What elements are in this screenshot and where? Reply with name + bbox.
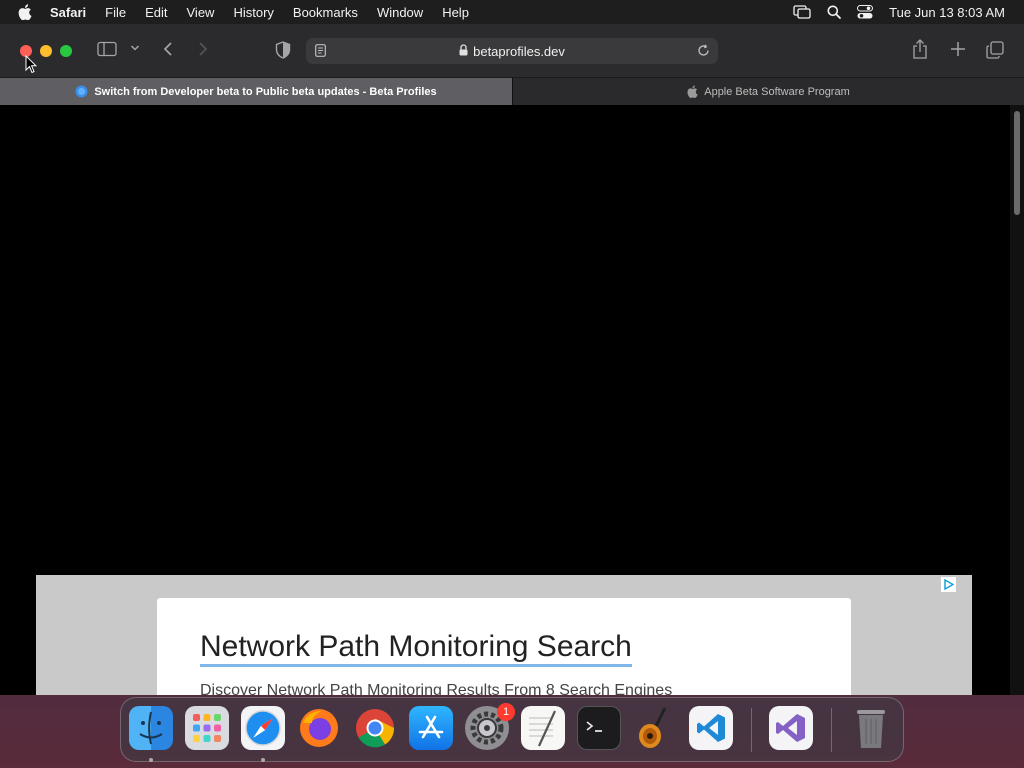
mouse-cursor-icon xyxy=(25,54,38,79)
menubar-clock[interactable]: Tue Jun 13 8:03 AM xyxy=(889,5,1005,20)
menu-file[interactable]: File xyxy=(105,5,126,20)
dock-trash-icon[interactable] xyxy=(849,706,893,750)
spotlight-search-icon[interactable] xyxy=(827,5,842,19)
screen-mirroring-icon[interactable] xyxy=(793,5,811,19)
ad-banner[interactable]: Network Path Monitoring Search Discover … xyxy=(36,575,972,695)
dock-app-store-icon[interactable] xyxy=(409,706,453,750)
menu-app-name[interactable]: Safari xyxy=(50,5,86,20)
menu-help[interactable]: Help xyxy=(442,5,469,20)
menu-bar: Safari File Edit View History Bookmarks … xyxy=(0,0,1024,24)
tab-beta-profiles[interactable]: Switch from Developer beta to Public bet… xyxy=(0,78,512,105)
ad-description: Discover Network Path Monitoring Results… xyxy=(200,682,673,695)
share-icon[interactable] xyxy=(912,39,928,59)
dock-garageband-icon[interactable] xyxy=(633,706,677,750)
safari-window: betaprofiles.dev Switch from Developer b… xyxy=(0,24,1024,695)
dock-running-indicator xyxy=(149,758,153,762)
page-content: Network Path Monitoring Search Discover … xyxy=(0,105,1010,695)
menu-view[interactable]: View xyxy=(187,5,215,20)
dock: 1 xyxy=(120,697,904,762)
dock-firefox-icon[interactable] xyxy=(297,706,341,750)
forward-icon[interactable] xyxy=(198,41,208,57)
dock-launchpad-icon[interactable] xyxy=(185,706,229,750)
apple-favicon-icon xyxy=(687,85,698,98)
scrollbar-thumb[interactable] xyxy=(1014,111,1020,215)
tab-bar: Switch from Developer beta to Public bet… xyxy=(0,78,1024,105)
dock-running-indicator xyxy=(261,758,265,762)
adchoices-icon[interactable] xyxy=(941,577,956,592)
dock-visual-studio-icon[interactable] xyxy=(769,706,813,750)
lock-icon xyxy=(459,43,468,59)
dock-textedit-icon[interactable] xyxy=(521,706,565,750)
dock-safari-icon[interactable] xyxy=(241,706,285,750)
ad-headline-link[interactable]: Network Path Monitoring Search xyxy=(200,631,632,667)
control-center-icon[interactable] xyxy=(857,5,874,19)
browser-toolbar: betaprofiles.dev xyxy=(0,24,1024,78)
tab-apple-beta[interactable]: Apple Beta Software Program xyxy=(512,78,1024,105)
address-bar[interactable]: betaprofiles.dev xyxy=(306,38,718,64)
dock-terminal-icon[interactable] xyxy=(577,706,621,750)
dock-separator xyxy=(831,708,832,752)
apple-menu-icon[interactable] xyxy=(18,4,34,20)
menu-window[interactable]: Window xyxy=(377,5,423,20)
back-icon[interactable] xyxy=(163,41,173,57)
tab-label: Switch from Developer beta to Public bet… xyxy=(94,85,437,98)
globe-favicon-icon xyxy=(75,85,88,98)
page-scrollbar[interactable] xyxy=(1010,105,1024,695)
reader-view-icon[interactable] xyxy=(315,44,326,60)
dock-vscode-icon[interactable] xyxy=(689,706,733,750)
url-text: betaprofiles.dev xyxy=(473,43,565,59)
tab-label: Apple Beta Software Program xyxy=(704,85,850,98)
dock-chrome-icon[interactable] xyxy=(353,706,397,750)
privacy-shield-icon[interactable] xyxy=(275,41,291,59)
tab-overview-icon[interactable] xyxy=(986,41,1004,59)
settings-notification-badge: 1 xyxy=(497,703,515,721)
ad-card[interactable]: Network Path Monitoring Search Discover … xyxy=(157,598,851,695)
window-maximize-button[interactable] xyxy=(60,45,72,57)
menu-history[interactable]: History xyxy=(233,5,273,20)
new-tab-icon[interactable] xyxy=(950,41,966,57)
chevron-down-icon[interactable] xyxy=(130,44,140,52)
dock-finder-icon[interactable] xyxy=(129,706,173,750)
window-minimize-button[interactable] xyxy=(40,45,52,57)
dock-separator xyxy=(751,708,752,752)
menu-edit[interactable]: Edit xyxy=(145,5,167,20)
menu-bookmarks[interactable]: Bookmarks xyxy=(293,5,358,20)
sidebar-toggle-icon[interactable] xyxy=(97,41,117,57)
reload-icon[interactable] xyxy=(697,44,710,60)
